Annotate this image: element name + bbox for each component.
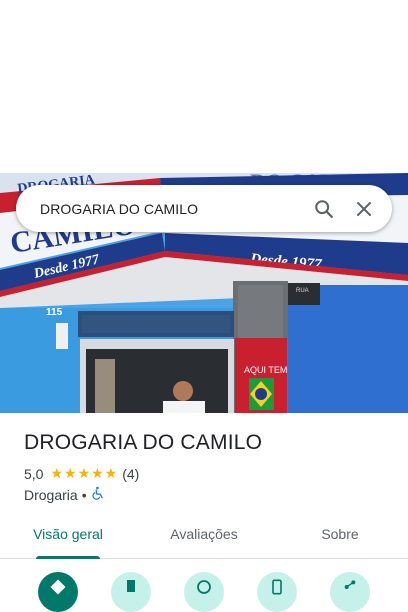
- map-area-blank: [0, 0, 408, 173]
- category-row: Drogaria •: [24, 486, 105, 503]
- share-button[interactable]: [330, 572, 370, 612]
- banner-aqui-tem: AQUI TEM: [244, 365, 287, 375]
- directions-button[interactable]: [38, 572, 78, 612]
- tab-reviews[interactable]: Avaliações: [136, 515, 272, 558]
- search-icon[interactable]: [304, 189, 344, 229]
- street-plate: RUA: [296, 288, 309, 294]
- tab-overview[interactable]: Visão geral: [0, 515, 136, 559]
- close-icon[interactable]: [344, 189, 384, 229]
- door-number: 115: [46, 307, 63, 318]
- send-to-phone-button[interactable]: [257, 572, 297, 612]
- review-count[interactable]: (4): [122, 466, 139, 482]
- bookmark-icon: [127, 580, 135, 592]
- search-bar[interactable]: DROGARIA DO CAMILO: [16, 185, 392, 232]
- search-input[interactable]: DROGARIA DO CAMILO: [40, 201, 304, 217]
- wheelchair-icon[interactable]: [91, 486, 105, 503]
- action-buttons-row: [0, 566, 408, 612]
- rating-row[interactable]: 5,0 ★★★★★ (4): [24, 465, 139, 482]
- place-category[interactable]: Drogaria: [24, 487, 78, 503]
- place-title: DROGARIA DO CAMILO: [24, 431, 263, 454]
- save-button[interactable]: [111, 572, 151, 612]
- rating-value: 5,0: [24, 465, 44, 482]
- separator-dot: •: [81, 486, 87, 503]
- directions-icon: [50, 579, 66, 595]
- tab-about[interactable]: Sobre: [272, 515, 408, 558]
- phone-icon: [272, 579, 282, 595]
- place-tabs: Visão geral Avaliações Sobre: [0, 515, 408, 559]
- nearby-button[interactable]: [184, 572, 224, 612]
- nearby-icon: [197, 580, 211, 594]
- star-rating-icon: ★★★★★: [50, 465, 119, 481]
- share-icon: [344, 580, 356, 589]
